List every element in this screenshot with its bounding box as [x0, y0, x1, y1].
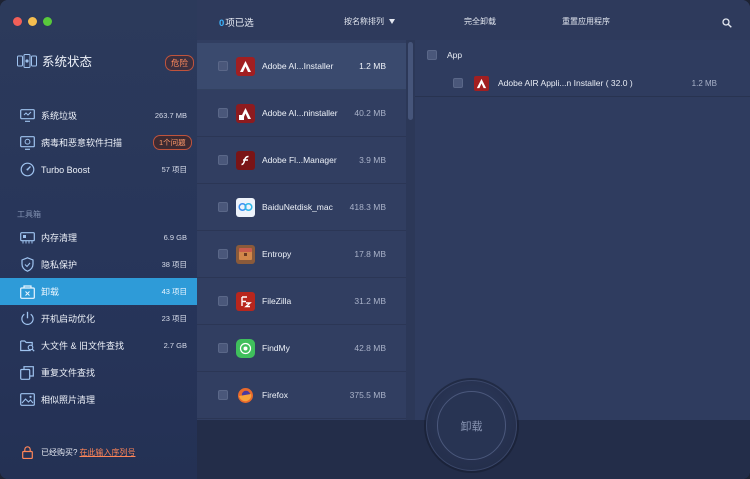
- app-checkbox[interactable]: [218, 249, 228, 259]
- lock-icon: [22, 446, 33, 459]
- sidebar-item-duplicate-finder[interactable]: 重复文件查找: [0, 359, 197, 386]
- firefox-icon: [236, 386, 255, 405]
- duplicate-files-icon: [19, 365, 35, 381]
- sidebar-item-label: 重复文件查找: [41, 368, 96, 378]
- sidebar-item-label: 隐私保护: [41, 260, 78, 270]
- speedometer-icon: [19, 162, 35, 178]
- sidebar: 系统状态 危险 系统垃圾 263.7 MB 病毒和恶意软件扫描 1个问题 Tur…: [0, 0, 197, 479]
- monitor-icon: [19, 108, 35, 124]
- shield-icon: [19, 257, 35, 273]
- app-row[interactable]: Adobe AI...Installer 1.2 MB: [197, 43, 406, 90]
- folder-search-icon: [19, 338, 35, 354]
- sidebar-item-system-junk[interactable]: 系统垃圾 263.7 MB: [0, 102, 197, 129]
- sidebar-item-value: 57 项目: [161, 165, 187, 174]
- reset-app-button[interactable]: 重置应用程序: [562, 16, 610, 27]
- sidebar-item-startup-optimize[interactable]: 开机启动优化 23 项目: [0, 305, 197, 332]
- sidebar-item-label: 大文件 & 旧文件查找: [41, 341, 125, 351]
- caret-down-icon: [389, 19, 395, 24]
- toolbox-section-label: 工具箱: [17, 210, 41, 219]
- virus-shield-icon: [19, 135, 35, 151]
- app-row[interactable]: Firefox 375.5 MB: [197, 372, 406, 419]
- sidebar-item-value: 6.9 GB: [163, 233, 187, 242]
- sidebar-item-memory-clean[interactable]: 内存清理 6.9 GB: [0, 224, 197, 251]
- complete-uninstall-button[interactable]: 完全卸载: [464, 16, 496, 27]
- app-list-header: 0项已选 按名称排列: [197, 0, 406, 40]
- issue-badge: 1个问题: [153, 135, 192, 150]
- item-checkbox[interactable]: [453, 78, 463, 88]
- close-window-button[interactable]: [13, 17, 22, 26]
- sidebar-item-label: 病毒和恶意软件扫描: [41, 138, 123, 148]
- app-row[interactable]: Adobe AI...ninstaller 40.2 MB: [197, 90, 406, 137]
- system-status-icon: [17, 53, 37, 69]
- adobe-air-icon: [236, 56, 255, 76]
- sidebar-item-large-old-files[interactable]: 大文件 & 旧文件查找 2.7 GB: [0, 332, 197, 359]
- memory-chip-icon: [19, 230, 35, 246]
- register-text: 已经购买?: [41, 448, 78, 457]
- sidebar-item-label: 相似照片清理: [41, 395, 96, 405]
- entropy-icon: [236, 244, 255, 264]
- sidebar-item-similar-photos[interactable]: 相似照片清理: [0, 386, 197, 413]
- app-checkbox[interactable]: [218, 155, 228, 165]
- app-list-scroll-thumb[interactable]: [408, 42, 413, 120]
- adobe-flash-icon: [236, 150, 255, 170]
- baidu-netdisk-icon: [236, 197, 255, 217]
- trash-box-icon: [19, 284, 35, 300]
- selected-count: 0项已选: [219, 18, 254, 29]
- sidebar-item-label: 内存清理: [41, 233, 78, 243]
- app-row[interactable]: FileZilla 31.2 MB: [197, 278, 406, 325]
- sidebar-item-turbo-boost[interactable]: Turbo Boost 57 项目: [0, 156, 197, 183]
- app-checkbox[interactable]: [218, 343, 228, 353]
- group-checkbox[interactable]: [427, 50, 437, 60]
- sidebar-item-value: 263.7 MB: [154, 111, 187, 120]
- sidebar-item-label: Turbo Boost: [41, 164, 90, 175]
- system-status-title: 系统状态: [42, 55, 93, 69]
- adobe-air-uninstaller-icon: [236, 103, 255, 123]
- adobe-air-icon: [474, 75, 489, 91]
- findmy-icon: [236, 338, 255, 358]
- sidebar-item-uninstaller[interactable]: 卸载 43 项目: [0, 278, 197, 305]
- app-checkbox[interactable]: [218, 202, 228, 212]
- sidebar-item-value: 23 项目: [161, 314, 187, 323]
- sidebar-item-label: 开机启动优化: [41, 314, 96, 324]
- register-prompt: 已经购买? 在此输入序列号: [22, 446, 135, 459]
- sidebar-item-value: 2.7 GB: [163, 341, 187, 350]
- zoom-window-button[interactable]: [43, 17, 52, 26]
- app-row[interactable]: Entropy 17.8 MB: [197, 231, 406, 278]
- uninstall-button[interactable]: 卸载: [437, 391, 506, 460]
- app-checkbox[interactable]: [218, 61, 228, 71]
- sort-by-name-dropdown[interactable]: 按名称排列: [344, 16, 395, 27]
- app-checkbox[interactable]: [218, 390, 228, 400]
- filezilla-icon: [236, 291, 255, 311]
- app-row[interactable]: Adobe Fl...Manager 3.9 MB: [197, 137, 406, 184]
- app-checkbox[interactable]: [218, 296, 228, 306]
- app-row[interactable]: BaiduNetdisk_mac 418.3 MB: [197, 184, 406, 231]
- detail-item-row[interactable]: Adobe AIR Appli...n Installer ( 32.0 ) 1…: [415, 70, 750, 97]
- app-row[interactable]: FindMy 42.8 MB: [197, 325, 406, 372]
- sidebar-item-privacy[interactable]: 隐私保护 38 项目: [0, 251, 197, 278]
- sidebar-item-value: 43 项目: [161, 287, 187, 296]
- detail-header: 完全卸载 重置应用程序: [406, 0, 750, 40]
- app-checkbox[interactable]: [218, 108, 228, 118]
- enter-serial-link[interactable]: 在此输入序列号: [79, 447, 135, 458]
- sidebar-item-malware-scan[interactable]: 病毒和恶意软件扫描 1个问题: [0, 129, 197, 156]
- photo-icon: [19, 392, 35, 408]
- search-icon[interactable]: [722, 15, 732, 33]
- app-group-row[interactable]: App: [415, 42, 750, 68]
- window-controls: [13, 17, 52, 26]
- system-status-header[interactable]: 系统状态 危险: [17, 51, 197, 71]
- app-window: 系统状态 危险 系统垃圾 263.7 MB 病毒和恶意软件扫描 1个问题 Tur…: [0, 0, 750, 479]
- power-icon: [19, 311, 35, 327]
- minimize-window-button[interactable]: [28, 17, 37, 26]
- sidebar-item-label: 卸载: [41, 287, 60, 297]
- sidebar-item-label: 系统垃圾: [41, 111, 78, 121]
- sidebar-item-value: 38 项目: [161, 260, 187, 269]
- danger-badge: 危险: [165, 55, 195, 71]
